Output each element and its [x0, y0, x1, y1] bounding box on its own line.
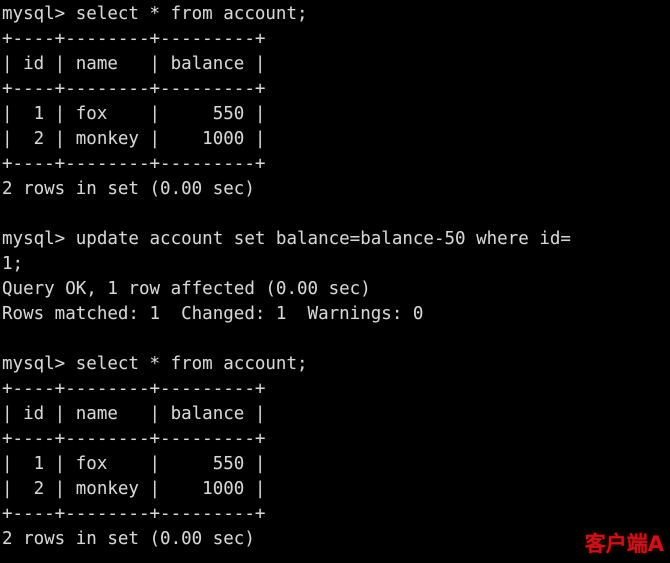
terminal-window[interactable]: mysql> select * from account; +----+----… — [0, 0, 670, 563]
terminal-line: +----+--------+---------+ — [2, 379, 266, 399]
terminal-line: +----+--------+---------+ — [2, 29, 266, 49]
terminal-line: Query OK, 1 row affected (0.00 sec) — [2, 279, 371, 299]
terminal-line: | id | name | balance | — [2, 54, 266, 74]
terminal-line: | 2 | monkey | 1000 | — [2, 129, 266, 149]
terminal-line: 2 rows in set (0.00 sec) — [2, 529, 255, 549]
terminal-line: +----+--------+---------+ — [2, 154, 266, 174]
terminal-line: mysql> update account set balance=balanc… — [2, 229, 571, 249]
terminal-line: | 1 | fox | 550 | — [2, 104, 266, 124]
terminal-line: +----+--------+---------+ — [2, 79, 266, 99]
terminal-line: 1; — [2, 254, 24, 274]
terminal-line: | 1 | fox | 550 | — [2, 454, 266, 474]
terminal-line: mysql> select * from account; — [2, 4, 308, 24]
terminal-line: mysql> select * from account; — [2, 354, 308, 374]
terminal-line: | id | name | balance | — [2, 404, 266, 424]
terminal-line: 2 rows in set (0.00 sec) — [2, 179, 255, 199]
terminal-line: | 2 | monkey | 1000 | — [2, 479, 266, 499]
terminal-line: +----+--------+---------+ — [2, 504, 266, 524]
client-a-annotation: 客户端A — [584, 532, 664, 556]
terminal-line: +----+--------+---------+ — [2, 429, 266, 449]
terminal-line: Rows matched: 1 Changed: 1 Warnings: 0 — [2, 304, 424, 324]
